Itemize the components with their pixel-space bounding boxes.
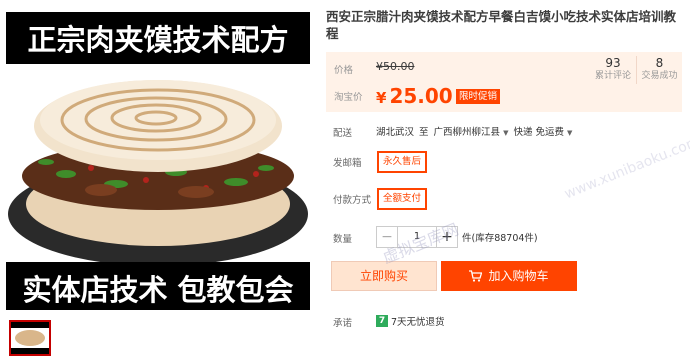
sales-stats: 93 累计评论 8 交易成功 xyxy=(590,56,682,84)
thumb-food xyxy=(15,330,45,346)
current-price-label: 淘宝价 xyxy=(334,92,363,103)
price-panel: 价格 ¥50.00 淘宝价 ¥ 25.00 限时促销 93 累计评论 8 交易成… xyxy=(326,52,682,112)
ship-from: 湖北武汉 xyxy=(376,127,415,138)
current-price-value: 25.00 xyxy=(389,84,453,108)
add-to-cart-label: 加入购物车 xyxy=(488,269,549,283)
ship-method: 快递 免运费 xyxy=(513,127,564,138)
stat-number: 8 xyxy=(655,56,664,70)
stock-text: 件(库存88704件) xyxy=(462,233,538,244)
flatbread-photo xyxy=(6,64,310,262)
image-banner-top: 正宗肉夹馍技术配方 xyxy=(6,12,310,64)
cart-icon xyxy=(469,270,483,282)
ship-destination-select[interactable]: 广西柳州柳江县 ▼ xyxy=(434,124,509,138)
quantity-decrease-button[interactable]: − xyxy=(376,226,398,248)
original-price: ¥50.00 xyxy=(376,60,415,73)
thumb-banner-bottom xyxy=(11,348,49,354)
product-title: 西安正宗腊汁肉夹馍技术配方早餐白吉馍小吃技术实体店培训教程 xyxy=(326,9,677,41)
stat-label: 累计评论 xyxy=(594,71,631,81)
payment-option[interactable]: 全额支付 xyxy=(377,188,428,210)
watermark-url: www.xunibaoku.com xyxy=(562,133,690,203)
seven-day-return-icon: 7 xyxy=(376,315,388,327)
thumb-banner-top xyxy=(11,322,49,328)
promise-label: 承诺 xyxy=(333,318,353,329)
shipping-label: 配送 xyxy=(333,128,353,139)
main-product-image[interactable]: 正宗肉夹馍技术配方 实体店技术 包教包会 xyxy=(6,6,310,310)
original-price-label: 价格 xyxy=(334,65,354,76)
promise-row[interactable]: 7 7天无忧退货 xyxy=(376,314,445,328)
chevron-down-icon: ▼ xyxy=(503,129,509,137)
ship-destination: 广西柳州柳江县 xyxy=(433,127,501,138)
quantity-increase-button[interactable]: + xyxy=(436,226,458,248)
promise-text: 7天无忧退货 xyxy=(391,317,445,328)
buy-now-button[interactable]: 立即购买 xyxy=(331,261,437,291)
thumbnail-list xyxy=(9,320,51,356)
quantity-input[interactable]: 1 xyxy=(398,226,436,248)
after-sale-option[interactable]: 永久售后 xyxy=(377,151,428,173)
add-to-cart-button[interactable]: 加入购物车 xyxy=(441,261,577,291)
thumbnail-1[interactable] xyxy=(9,320,51,356)
ship-to-prefix: 至 xyxy=(419,127,429,138)
shipping-row: 湖北武汉 至 广西柳州柳江县 ▼ 快递 免运费 ▼ xyxy=(376,124,572,138)
ship-method-select[interactable]: 快递 免运费 ▼ xyxy=(513,124,572,138)
payment-label: 付款方式 xyxy=(333,195,372,206)
quantity-stepper: − 1 + 件(库存88704件) xyxy=(376,226,538,248)
promo-badge: 限时促销 xyxy=(456,89,501,104)
image-banner-bottom: 实体店技术 包教包会 xyxy=(6,262,310,310)
chevron-down-icon: ▼ xyxy=(567,129,573,137)
after-sale-label: 发邮箱 xyxy=(333,158,362,169)
stat-transactions[interactable]: 8 交易成功 xyxy=(636,56,682,84)
stat-number: 93 xyxy=(605,56,621,70)
stat-label: 交易成功 xyxy=(641,71,678,81)
stat-reviews[interactable]: 93 累计评论 xyxy=(590,56,636,84)
quantity-label: 数量 xyxy=(333,234,353,245)
current-price: ¥ 25.00 xyxy=(376,84,453,108)
currency-symbol: ¥ xyxy=(376,89,387,107)
